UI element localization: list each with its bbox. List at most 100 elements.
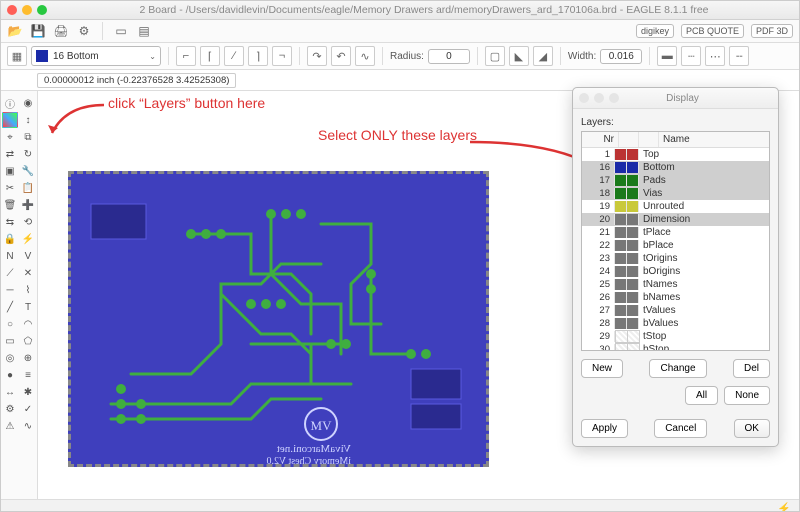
delete-tool[interactable]: 🗑 (2, 197, 18, 213)
dlg-close-icon[interactable] (579, 93, 589, 103)
add-tool[interactable]: ➕ (20, 197, 36, 213)
rotate-tool[interactable]: ↻ (20, 146, 36, 162)
layer-row[interactable]: 18Vias (582, 187, 769, 200)
print-icon[interactable]: 🖨 (53, 23, 69, 39)
del-button[interactable]: Del (733, 359, 770, 378)
dlg-zoom-icon[interactable] (609, 93, 619, 103)
ok-button[interactable]: OK (734, 419, 770, 438)
layer-row[interactable]: 26bNames (582, 291, 769, 304)
wire-bend-3[interactable]: ∕ (224, 46, 244, 66)
width-input[interactable]: 0.016 (600, 49, 642, 64)
text-tool[interactable]: T (20, 299, 36, 315)
cam-icon[interactable]: ⚙ (76, 23, 92, 39)
meander-tool[interactable]: ∿ (20, 418, 36, 434)
close-icon[interactable] (7, 5, 17, 15)
arc-free[interactable]: ∿ (355, 46, 375, 66)
change-tool[interactable]: 🔧 (20, 163, 36, 179)
cancel-button[interactable]: Cancel (654, 419, 707, 438)
via-tool[interactable]: ◎ (2, 350, 18, 366)
circle-tool[interactable]: ○ (2, 316, 18, 332)
layer-row[interactable]: 19Unrouted (582, 200, 769, 213)
wire-bend-2[interactable]: ⌈ (200, 46, 220, 66)
pinswap-tool[interactable]: ⇆ (2, 214, 18, 230)
schematic-icon[interactable]: ▭ (113, 23, 129, 39)
erc-tool[interactable]: ✓ (20, 401, 36, 417)
layer-row[interactable]: 29tStop (582, 330, 769, 343)
board-icon[interactable]: ▤ (136, 23, 152, 39)
layer-select[interactable]: 16 Bottom ⌄ (31, 46, 161, 66)
line-solid[interactable]: ▬ (657, 46, 677, 66)
auto-tool[interactable]: ⚙ (2, 401, 18, 417)
value-tool[interactable]: V (20, 248, 36, 264)
mark-tool[interactable]: ⌖ (2, 129, 18, 145)
line-dash[interactable]: ┄ (681, 46, 701, 66)
layer-row[interactable]: 23tOrigins (582, 252, 769, 265)
wire-bend-1[interactable]: ⌐ (176, 46, 196, 66)
layer-row[interactable]: 30bStop (582, 343, 769, 351)
wire-bend-4[interactable]: ⌉ (248, 46, 268, 66)
miter-3[interactable]: ◢ (533, 46, 553, 66)
layer-row[interactable]: 22bPlace (582, 239, 769, 252)
arc-ccw[interactable]: ↶ (331, 46, 351, 66)
layer-name: Top (639, 149, 769, 160)
layer-row[interactable]: 24bOrigins (582, 265, 769, 278)
mirror-tool[interactable]: ⇄ (2, 146, 18, 162)
grid-button[interactable]: ▦ (7, 46, 27, 66)
line-mixed[interactable]: ╌ (729, 46, 749, 66)
miter-tool[interactable]: ⟋ (2, 265, 18, 281)
hole-tool[interactable]: ● (2, 367, 18, 383)
eye-tool[interactable]: ◉ (20, 95, 36, 111)
errors-tool[interactable]: ⚠ (2, 418, 18, 434)
arc-tool[interactable]: ◠ (20, 316, 36, 332)
info-tool[interactable]: ⓘ (2, 95, 18, 111)
smash-tool[interactable]: ⚡ (20, 231, 36, 247)
replace-tool[interactable]: ⟲ (20, 214, 36, 230)
wire-bend-5[interactable]: ¬ (272, 46, 292, 66)
dlg-min-icon[interactable] (594, 93, 604, 103)
lock-tool[interactable]: 🔒 (2, 231, 18, 247)
line-dot[interactable]: ⋯ (705, 46, 725, 66)
cam-link-1[interactable]: digikey (636, 24, 674, 38)
layers-list[interactable]: Nr Name 1Top16Bottom17Pads18Vias19Unrout… (581, 131, 770, 351)
new-button[interactable]: New (581, 359, 623, 378)
layer-row[interactable]: 28bValues (582, 317, 769, 330)
split-tool[interactable]: ✕ (20, 265, 36, 281)
group-tool[interactable]: ▣ (2, 163, 18, 179)
layer-row[interactable]: 17Pads (582, 174, 769, 187)
arc-cw[interactable]: ↷ (307, 46, 327, 66)
minimize-icon[interactable] (22, 5, 32, 15)
attribute-tool[interactable]: ≡ (20, 367, 36, 383)
layer-row[interactable]: 1Top (582, 148, 769, 161)
layer-row[interactable]: 20Dimension (582, 213, 769, 226)
apply-button[interactable]: Apply (581, 419, 628, 438)
cut-tool[interactable]: ✂ (2, 180, 18, 196)
copy-tool[interactable]: ⧉ (20, 129, 36, 145)
layer-row[interactable]: 25tNames (582, 278, 769, 291)
open-icon[interactable]: 📂 (7, 23, 23, 39)
wire-tool[interactable]: ╱ (2, 299, 18, 315)
save-icon[interactable]: 💾 (30, 23, 46, 39)
miter-2[interactable]: ◣ (509, 46, 529, 66)
name-tool[interactable]: N (2, 248, 18, 264)
ratsnest-tool[interactable]: ✱ (20, 384, 36, 400)
all-button[interactable]: All (685, 386, 718, 405)
move-tool[interactable]: ↕ (20, 112, 36, 128)
layer-row[interactable]: 16Bottom (582, 161, 769, 174)
route-tool[interactable]: ─ (2, 282, 18, 298)
change-button[interactable]: Change (649, 359, 706, 378)
cam-link-3[interactable]: PDF 3D (751, 24, 793, 38)
miter-1[interactable]: ▢ (485, 46, 505, 66)
layer-row[interactable]: 21tPlace (582, 226, 769, 239)
signal-tool[interactable]: ⊕ (20, 350, 36, 366)
polygon-tool[interactable]: ⬠ (20, 333, 36, 349)
radius-input[interactable]: 0 (428, 49, 470, 64)
none-button[interactable]: None (724, 386, 770, 405)
paste-tool[interactable]: 📋 (20, 180, 36, 196)
rect-tool[interactable]: ▭ (2, 333, 18, 349)
layers-button[interactable] (2, 112, 18, 128)
zoom-icon[interactable] (37, 5, 47, 15)
cam-link-2[interactable]: PCB QUOTE (681, 24, 744, 38)
ripup-tool[interactable]: ⌇ (20, 282, 36, 298)
layer-row[interactable]: 27tValues (582, 304, 769, 317)
dimension-tool[interactable]: ↔ (2, 384, 18, 400)
